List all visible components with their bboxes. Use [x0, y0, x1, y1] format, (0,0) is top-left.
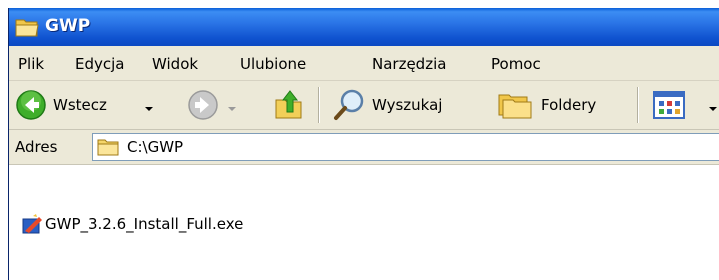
search-icon — [334, 89, 364, 120]
back-dropdown-arrow[interactable] — [145, 107, 153, 111]
views-button[interactable] — [647, 87, 717, 123]
file-list: GWP_3.2.6_Install_Full.exe — [9, 165, 719, 280]
folders-icon — [498, 94, 532, 119]
toolbar-separator — [318, 87, 319, 123]
forward-dropdown-arrow[interactable] — [228, 107, 236, 111]
views-dropdown-arrow[interactable] — [709, 107, 717, 111]
installer-icon — [22, 214, 42, 234]
folder-icon — [15, 19, 39, 37]
menu-favorites[interactable]: Ulubione — [240, 55, 306, 73]
search-label: Wyszukaj — [372, 96, 443, 114]
title-bar[interactable]: GWP — [9, 8, 719, 46]
address-label: Adres — [15, 138, 58, 156]
up-button[interactable] — [271, 87, 307, 123]
window-title: GWP — [45, 16, 91, 36]
folder-up-icon — [275, 90, 302, 119]
address-bar: Adres C:\GWP — [9, 130, 719, 165]
toolbar-separator — [637, 87, 638, 123]
views-icon — [653, 91, 685, 119]
file-name: GWP_3.2.6_Install_Full.exe — [45, 215, 244, 233]
folders-label: Foldery — [541, 96, 597, 114]
folder-icon — [97, 139, 119, 156]
explorer-window: GWP Plik Edycja Widok Ulubione Narzędzia… — [8, 8, 719, 280]
menu-tools[interactable]: Narzędzia — [372, 55, 446, 73]
search-button[interactable]: Wyszukaj — [330, 87, 480, 123]
menu-help[interactable]: Pomoc — [491, 55, 541, 73]
forward-button[interactable] — [185, 87, 241, 123]
menu-bar: Plik Edycja Widok Ulubione Narzędzia Pom… — [9, 46, 719, 81]
menu-view[interactable]: Widok — [152, 55, 198, 73]
menu-file[interactable]: Plik — [18, 55, 44, 73]
toolbar: Wstecz Wyszukaj Foldery — [9, 81, 719, 130]
folders-button[interactable]: Foldery — [495, 87, 625, 123]
back-label: Wstecz — [53, 96, 107, 114]
menu-edit[interactable]: Edycja — [75, 55, 124, 73]
address-field[interactable]: C:\GWP — [92, 133, 719, 161]
forward-arrow-icon — [188, 90, 218, 120]
address-path: C:\GWP — [127, 138, 184, 156]
back-arrow-icon — [16, 90, 46, 120]
back-button[interactable]: Wstecz — [13, 87, 161, 123]
